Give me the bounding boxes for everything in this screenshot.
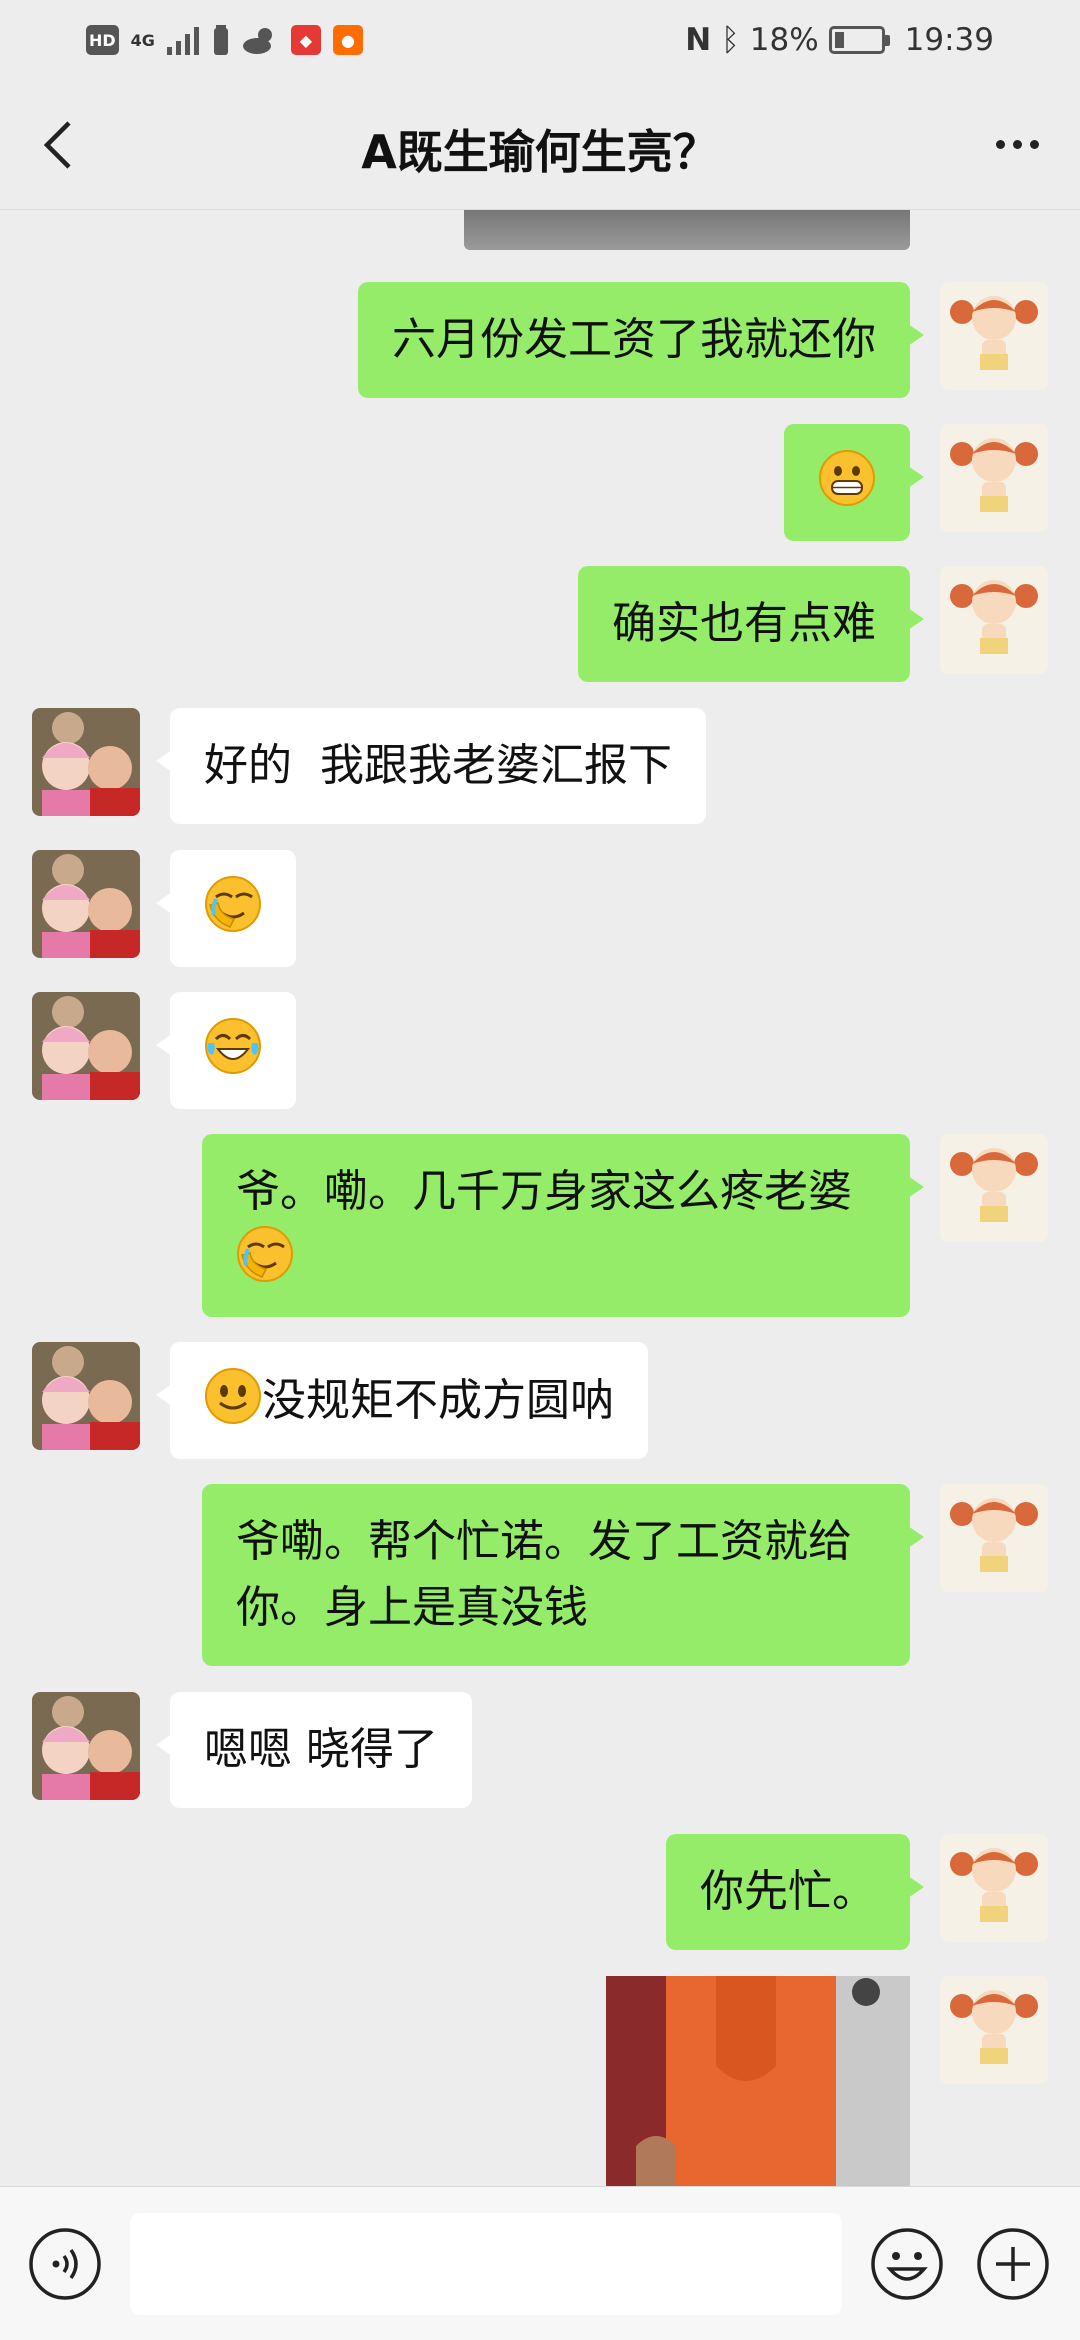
- status-bar: HD 4G ◆ ● N ᛒ 18% 19:39: [0, 0, 1080, 80]
- more-dot: [995, 139, 1005, 149]
- chat-header: A既生瑜何生亮？: [0, 80, 1080, 210]
- my-avatar[interactable]: [940, 424, 1048, 532]
- message-text: 六月份发工资了我就还你: [392, 314, 876, 365]
- message-bubble[interactable]: 你先忙。: [666, 1834, 924, 1950]
- message-bubble[interactable]: 爷嘞。帮个忙诺。发了工资就给 你。身上是真没钱: [202, 1484, 924, 1666]
- signal-icon: [166, 27, 199, 55]
- voice-button[interactable]: [28, 2227, 102, 2301]
- photo-thumbnail: [606, 1976, 910, 2186]
- smile-icon: [205, 1368, 261, 1424]
- image-message-partial[interactable]: [464, 210, 910, 250]
- family-photo-avatar-icon: [32, 850, 140, 958]
- my-avatar[interactable]: [940, 1134, 1048, 1242]
- weather-icon: [242, 28, 272, 54]
- message-bubble[interactable]: 没规矩不成方圆呐: [156, 1342, 648, 1459]
- contact-avatar[interactable]: [32, 850, 140, 958]
- input-bar: [0, 2186, 1080, 2340]
- cartoon-girl-avatar-icon: [940, 1484, 1048, 1592]
- page-title: A既生瑜何生亮？: [361, 125, 719, 179]
- more-dot: [1012, 139, 1022, 149]
- message-bubble[interactable]: 好的 我跟我老婆汇报下: [156, 708, 706, 824]
- message-text: 确实也有点难: [612, 598, 876, 649]
- cartoon-girl-avatar-icon: [940, 1834, 1048, 1942]
- plus-icon: [977, 2228, 1049, 2300]
- battery-small-icon: [213, 25, 228, 55]
- chevron-left-icon: [43, 121, 71, 169]
- tears-of-joy-icon: [205, 1018, 261, 1074]
- message-bubble[interactable]: 六月份发工资了我就还你: [358, 282, 924, 398]
- family-photo-avatar-icon: [32, 992, 140, 1100]
- facepalm-icon: [205, 876, 261, 932]
- my-avatar[interactable]: [940, 282, 1048, 390]
- fox-app-icon: ●: [332, 25, 363, 55]
- message-text: 好的 我跟我老婆汇报下: [204, 740, 672, 791]
- more-options-button[interactable]: [982, 114, 1052, 174]
- image-message[interactable]: [606, 1976, 910, 2186]
- message-text: 嗯嗯 晓得了: [204, 1724, 438, 1775]
- contact-avatar[interactable]: [32, 1692, 140, 1800]
- contact-avatar[interactable]: [32, 708, 140, 816]
- nfc-icon: N: [685, 22, 712, 58]
- message-text: 你先忙。: [700, 1866, 876, 1917]
- status-right: N ᛒ 18% 19:39: [685, 20, 994, 60]
- cartoon-girl-avatar-icon: [940, 282, 1048, 390]
- message-input[interactable]: [130, 2213, 842, 2315]
- family-photo-avatar-icon: [32, 1692, 140, 1800]
- cartoon-girl-avatar-icon: [940, 1976, 1048, 2084]
- cartoon-girl-avatar-icon: [940, 1134, 1048, 1242]
- message-bubble[interactable]: [156, 992, 296, 1109]
- facepalm-icon: [237, 1226, 293, 1282]
- family-photo-avatar-icon: [32, 1342, 140, 1450]
- network-type: 4G: [130, 30, 155, 50]
- my-avatar[interactable]: [940, 566, 1048, 674]
- my-avatar[interactable]: [940, 1976, 1048, 2084]
- emoji-button[interactable]: [870, 2227, 944, 2301]
- my-avatar[interactable]: [940, 1834, 1048, 1942]
- clock: 19:39: [904, 22, 994, 58]
- smiley-face-icon: [871, 2228, 943, 2300]
- message-text-line: 你。身上是真没钱: [236, 1582, 588, 1633]
- battery-fill: [834, 32, 844, 48]
- message-text: 没规矩不成方圆呐: [262, 1375, 614, 1426]
- message-text-line: 爷嘞。帮个忙诺。发了工资就给: [236, 1516, 852, 1567]
- more-functions-button[interactable]: [976, 2227, 1050, 2301]
- message-text: 爷。嘞。几千万身家这么疼老婆: [236, 1166, 852, 1217]
- family-photo-avatar-icon: [32, 708, 140, 816]
- message-bubble[interactable]: 爷。嘞。几千万身家这么疼老婆: [202, 1134, 924, 1317]
- bluetooth-icon: ᛒ: [721, 22, 740, 58]
- message-bubble[interactable]: [784, 424, 924, 541]
- contact-avatar[interactable]: [32, 1342, 140, 1450]
- cartoon-girl-avatar-icon: [940, 566, 1048, 674]
- more-dot: [1029, 139, 1039, 149]
- contact-avatar[interactable]: [32, 992, 140, 1100]
- grin-icon: [819, 450, 875, 506]
- hd-badge: HD: [86, 25, 119, 55]
- status-left: HD 4G ◆ ●: [86, 20, 363, 60]
- battery-icon: [828, 26, 890, 54]
- battery-percent: 18%: [749, 22, 819, 58]
- message-bubble[interactable]: 确实也有点难: [578, 566, 924, 682]
- my-avatar[interactable]: [940, 1484, 1048, 1592]
- message-bubble[interactable]: [156, 850, 296, 967]
- cartoon-girl-avatar-icon: [940, 424, 1048, 532]
- app-notification-icon: ◆: [290, 25, 321, 55]
- back-button[interactable]: [24, 110, 94, 180]
- message-bubble[interactable]: 嗯嗯 晓得了: [156, 1692, 472, 1808]
- chat-area[interactable]: 六月份发工资了我就还你 确实也有点难 好的 我跟我老婆汇报下 爷。嘞。几千万身家…: [0, 210, 1080, 2186]
- voice-icon: [29, 2228, 101, 2300]
